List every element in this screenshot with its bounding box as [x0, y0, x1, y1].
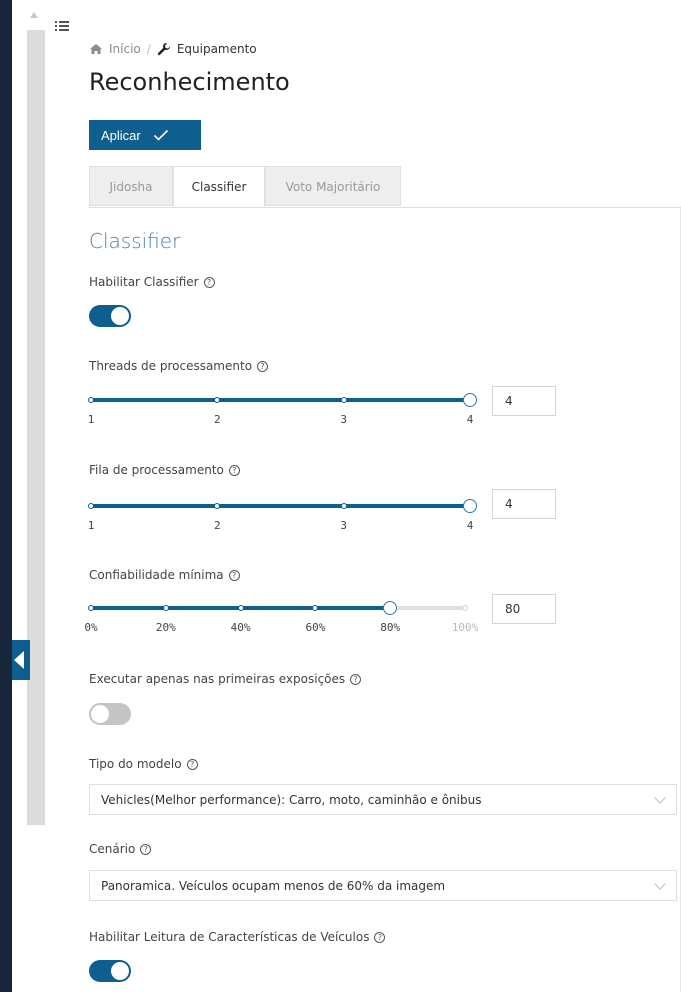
enable-classifier-label-text: Habilitar Classifier — [89, 275, 199, 289]
tab-classifier[interactable]: Classifier — [173, 166, 265, 207]
wrench-icon — [157, 43, 170, 56]
enable-classifier-label: Habilitar Classifier ? — [89, 275, 215, 289]
page-title: Reconhecimento — [89, 68, 290, 96]
queue-slider[interactable]: 1 2 3 4 — [87, 498, 477, 538]
confidence-input[interactable] — [492, 594, 556, 624]
sidebar-dark-strip — [0, 0, 12, 992]
queue-label-text: Fila de processamento — [89, 463, 224, 477]
section-title: Classifier — [89, 229, 181, 253]
help-icon[interactable]: ? — [257, 360, 269, 372]
vehicle-features-toggle[interactable] — [89, 960, 131, 982]
first-exposures-label: Executar apenas nas primeiras exposições… — [89, 672, 362, 686]
help-icon[interactable]: ? — [228, 464, 240, 476]
slider-tick-label: 4 — [466, 413, 474, 426]
help-icon[interactable]: ? — [374, 931, 386, 943]
vehicle-features-label: Habilitar Leitura de Características de … — [89, 930, 386, 944]
scroll-up-arrow-icon[interactable] — [30, 12, 38, 18]
first-exposures-toggle[interactable] — [89, 703, 131, 725]
confidence-label-text: Confiabilidade mínima — [89, 568, 224, 582]
enable-classifier-toggle[interactable] — [89, 305, 131, 327]
slider-tick-label: 3 — [340, 519, 347, 532]
scenario-label: Cenário ? — [89, 842, 152, 856]
queue-input[interactable] — [492, 489, 556, 519]
slider-tick-label: 2 — [214, 413, 221, 426]
slider-step-dot — [214, 503, 221, 509]
help-icon[interactable]: ? — [350, 673, 362, 685]
slider-step-dot — [462, 605, 468, 611]
sidebar-scrollbar[interactable] — [27, 30, 45, 825]
model-type-label: Tipo do modelo ? — [89, 757, 198, 771]
chevron-down-icon — [654, 792, 666, 804]
slider-step-dot — [88, 605, 94, 611]
slider-step-dot — [88, 397, 94, 403]
tab-jidosha[interactable]: Jidosha — [89, 166, 173, 206]
breadcrumb-current: Equipamento — [176, 42, 257, 56]
confidence-slider[interactable]: 0% 20% 40% 60% 80% 100% — [84, 600, 478, 640]
slider-tick-label: 80% — [380, 621, 401, 634]
slider-step-dot — [340, 397, 347, 403]
toggle-knob — [91, 705, 109, 723]
slider-tick-label: 20% — [155, 621, 176, 634]
breadcrumb: Início / Equipamento — [89, 42, 257, 56]
slider-step-dot — [214, 397, 221, 403]
slider-handle[interactable] — [463, 499, 477, 513]
vehicle-features-label-text: Habilitar Leitura de Características de … — [89, 930, 370, 944]
slider-fill — [91, 398, 470, 402]
slider-tick-label: 0% — [84, 621, 98, 634]
menu-list-icon[interactable] — [55, 20, 69, 32]
help-icon[interactable]: ? — [140, 843, 152, 855]
slider-fill — [91, 504, 470, 508]
confidence-label: Confiabilidade mínima ? — [89, 568, 240, 582]
help-icon[interactable]: ? — [186, 758, 198, 770]
slider-tick-label: 3 — [340, 413, 347, 426]
slider-step-dot — [340, 503, 347, 509]
scenario-label-text: Cenário — [89, 842, 136, 856]
tab-bar: Jidosha Classifier Voto Majoritário — [89, 166, 681, 208]
toggle-knob — [111, 962, 129, 980]
slider-step-dot — [312, 605, 319, 611]
toggle-knob — [111, 307, 129, 325]
apply-button[interactable]: Aplicar — [89, 120, 201, 150]
slider-handle[interactable] — [383, 601, 398, 615]
slider-tick-label: 100% — [451, 621, 479, 634]
slider-tick-label: 1 — [87, 519, 95, 532]
threads-label-text: Threads de processamento — [89, 359, 253, 373]
slider-tick-label: 40% — [230, 621, 251, 634]
breadcrumb-separator: / — [146, 42, 151, 56]
scenario-select[interactable]: Panoramica. Veículos ocupam menos de 60%… — [89, 870, 677, 901]
slider-tick-label: 1 — [87, 413, 95, 426]
first-exposures-label-text: Executar apenas nas primeiras exposições — [89, 672, 346, 686]
apply-button-label: Aplicar — [101, 127, 141, 143]
threads-input[interactable] — [492, 386, 556, 416]
threads-slider[interactable]: 1 2 3 4 — [87, 392, 477, 432]
help-icon[interactable]: ? — [228, 569, 240, 581]
chevron-down-icon — [654, 878, 666, 890]
model-type-select[interactable]: Vehicles(Melhor performance): Carro, mot… — [89, 784, 677, 815]
tab-voto-majoritario[interactable]: Voto Majoritário — [265, 166, 401, 206]
queue-label: Fila de processamento ? — [89, 463, 240, 477]
slider-step-dot — [237, 605, 244, 611]
model-type-label-text: Tipo do modelo — [89, 757, 182, 771]
model-type-selected-value: Vehicles(Melhor performance): Carro, mot… — [101, 792, 482, 807]
scenario-selected-value: Panoramica. Veículos ocupam menos de 60%… — [101, 878, 446, 893]
slider-tick-label: 4 — [466, 519, 474, 532]
help-icon[interactable]: ? — [203, 276, 215, 288]
slider-handle[interactable] — [463, 393, 477, 407]
breadcrumb-home-link[interactable]: Início — [109, 42, 141, 56]
home-icon — [90, 44, 102, 54]
slider-step-dot — [88, 503, 94, 509]
slider-tick-label: 60% — [305, 621, 326, 634]
check-icon — [153, 129, 168, 141]
slider-step-dot — [162, 605, 169, 611]
threads-label: Threads de processamento ? — [89, 359, 269, 373]
sidebar-collapse-chevron-icon[interactable] — [12, 640, 30, 680]
slider-tick-label: 2 — [214, 519, 221, 532]
